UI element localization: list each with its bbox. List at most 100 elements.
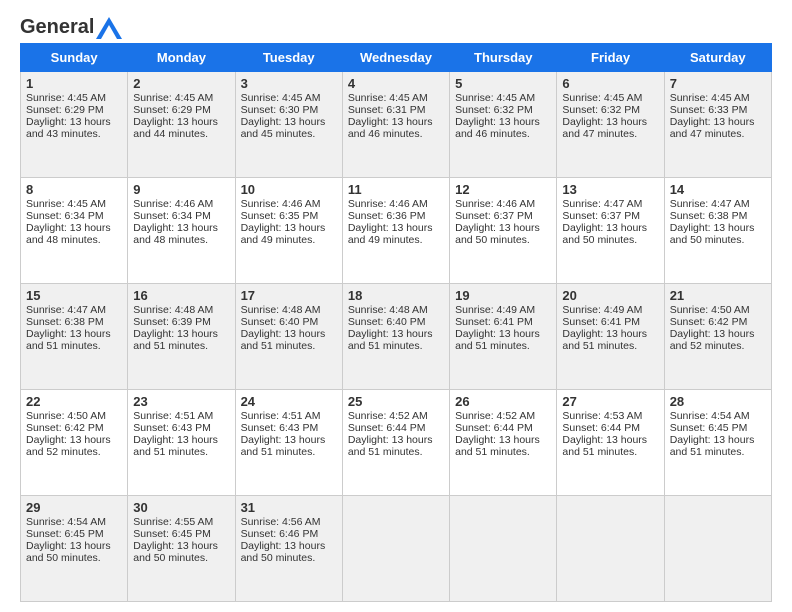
daylight-text: Daylight: 13 hours and 51 minutes. [133, 434, 218, 458]
sunset-text: Sunset: 6:42 PM [670, 316, 748, 328]
sunrise-text: Sunrise: 4:45 AM [133, 92, 213, 104]
day-number: 23 [133, 394, 229, 409]
weekday-header: Friday [557, 44, 664, 72]
day-number: 14 [670, 182, 766, 197]
header: General [20, 16, 772, 35]
day-number: 13 [562, 182, 658, 197]
sunrise-text: Sunrise: 4:56 AM [241, 516, 321, 528]
sunrise-text: Sunrise: 4:45 AM [348, 92, 428, 104]
calendar-week-row: 1Sunrise: 4:45 AMSunset: 6:29 PMDaylight… [21, 72, 772, 178]
day-number: 5 [455, 76, 551, 91]
sunset-text: Sunset: 6:30 PM [241, 104, 319, 116]
daylight-text: Daylight: 13 hours and 51 minutes. [348, 328, 433, 352]
day-number: 9 [133, 182, 229, 197]
sunrise-text: Sunrise: 4:46 AM [133, 198, 213, 210]
day-number: 19 [455, 288, 551, 303]
sunset-text: Sunset: 6:44 PM [562, 422, 640, 434]
sunrise-text: Sunrise: 4:49 AM [455, 304, 535, 316]
calendar-cell: 6Sunrise: 4:45 AMSunset: 6:32 PMDaylight… [557, 72, 664, 178]
sunset-text: Sunset: 6:42 PM [26, 422, 104, 434]
sunset-text: Sunset: 6:32 PM [455, 104, 533, 116]
daylight-text: Daylight: 13 hours and 46 minutes. [455, 116, 540, 140]
calendar-cell: 25Sunrise: 4:52 AMSunset: 6:44 PMDayligh… [342, 390, 449, 496]
sunrise-text: Sunrise: 4:55 AM [133, 516, 213, 528]
daylight-text: Daylight: 13 hours and 49 minutes. [348, 222, 433, 246]
daylight-text: Daylight: 13 hours and 51 minutes. [562, 434, 647, 458]
calendar-cell: 23Sunrise: 4:51 AMSunset: 6:43 PMDayligh… [128, 390, 235, 496]
sunset-text: Sunset: 6:29 PM [26, 104, 104, 116]
day-number: 20 [562, 288, 658, 303]
sunrise-text: Sunrise: 4:46 AM [348, 198, 428, 210]
sunrise-text: Sunrise: 4:49 AM [562, 304, 642, 316]
calendar-cell: 21Sunrise: 4:50 AMSunset: 6:42 PMDayligh… [664, 284, 771, 390]
sunrise-text: Sunrise: 4:50 AM [26, 410, 106, 422]
daylight-text: Daylight: 13 hours and 50 minutes. [241, 540, 326, 564]
daylight-text: Daylight: 13 hours and 48 minutes. [26, 222, 111, 246]
weekday-header: Monday [128, 44, 235, 72]
day-number: 2 [133, 76, 229, 91]
sunset-text: Sunset: 6:44 PM [455, 422, 533, 434]
sunset-text: Sunset: 6:38 PM [26, 316, 104, 328]
daylight-text: Daylight: 13 hours and 51 minutes. [670, 434, 755, 458]
daylight-text: Daylight: 13 hours and 43 minutes. [26, 116, 111, 140]
calendar-cell: 15Sunrise: 4:47 AMSunset: 6:38 PMDayligh… [21, 284, 128, 390]
sunrise-text: Sunrise: 4:47 AM [26, 304, 106, 316]
calendar-cell: 9Sunrise: 4:46 AMSunset: 6:34 PMDaylight… [128, 178, 235, 284]
sunset-text: Sunset: 6:32 PM [562, 104, 640, 116]
calendar-table: SundayMondayTuesdayWednesdayThursdayFrid… [20, 43, 772, 602]
weekday-header-row: SundayMondayTuesdayWednesdayThursdayFrid… [21, 44, 772, 72]
sunset-text: Sunset: 6:29 PM [133, 104, 211, 116]
day-number: 8 [26, 182, 122, 197]
daylight-text: Daylight: 13 hours and 50 minutes. [670, 222, 755, 246]
daylight-text: Daylight: 13 hours and 51 minutes. [562, 328, 647, 352]
daylight-text: Daylight: 13 hours and 51 minutes. [241, 328, 326, 352]
daylight-text: Daylight: 13 hours and 47 minutes. [670, 116, 755, 140]
sunset-text: Sunset: 6:37 PM [455, 210, 533, 222]
sunset-text: Sunset: 6:43 PM [241, 422, 319, 434]
sunrise-text: Sunrise: 4:45 AM [455, 92, 535, 104]
day-number: 29 [26, 500, 122, 515]
sunset-text: Sunset: 6:46 PM [241, 528, 319, 540]
sunset-text: Sunset: 6:35 PM [241, 210, 319, 222]
calendar-cell: 16Sunrise: 4:48 AMSunset: 6:39 PMDayligh… [128, 284, 235, 390]
sunrise-text: Sunrise: 4:47 AM [562, 198, 642, 210]
daylight-text: Daylight: 13 hours and 50 minutes. [26, 540, 111, 564]
calendar-cell: 22Sunrise: 4:50 AMSunset: 6:42 PMDayligh… [21, 390, 128, 496]
sunrise-text: Sunrise: 4:48 AM [241, 304, 321, 316]
daylight-text: Daylight: 13 hours and 50 minutes. [455, 222, 540, 246]
weekday-header: Saturday [664, 44, 771, 72]
day-number: 31 [241, 500, 337, 515]
sunrise-text: Sunrise: 4:51 AM [241, 410, 321, 422]
calendar-cell [557, 496, 664, 602]
weekday-header: Sunday [21, 44, 128, 72]
sunrise-text: Sunrise: 4:53 AM [562, 410, 642, 422]
sunset-text: Sunset: 6:33 PM [670, 104, 748, 116]
calendar-cell: 31Sunrise: 4:56 AMSunset: 6:46 PMDayligh… [235, 496, 342, 602]
sunrise-text: Sunrise: 4:54 AM [26, 516, 106, 528]
sunrise-text: Sunrise: 4:52 AM [348, 410, 428, 422]
sunset-text: Sunset: 6:34 PM [26, 210, 104, 222]
sunset-text: Sunset: 6:44 PM [348, 422, 426, 434]
sunrise-text: Sunrise: 4:45 AM [670, 92, 750, 104]
day-number: 30 [133, 500, 229, 515]
calendar-cell: 20Sunrise: 4:49 AMSunset: 6:41 PMDayligh… [557, 284, 664, 390]
calendar-cell: 7Sunrise: 4:45 AMSunset: 6:33 PMDaylight… [664, 72, 771, 178]
daylight-text: Daylight: 13 hours and 50 minutes. [562, 222, 647, 246]
sunset-text: Sunset: 6:41 PM [455, 316, 533, 328]
day-number: 3 [241, 76, 337, 91]
sunrise-text: Sunrise: 4:46 AM [455, 198, 535, 210]
sunset-text: Sunset: 6:38 PM [670, 210, 748, 222]
day-number: 26 [455, 394, 551, 409]
calendar-cell: 3Sunrise: 4:45 AMSunset: 6:30 PMDaylight… [235, 72, 342, 178]
day-number: 6 [562, 76, 658, 91]
sunset-text: Sunset: 6:45 PM [133, 528, 211, 540]
calendar-cell [450, 496, 557, 602]
day-number: 18 [348, 288, 444, 303]
daylight-text: Daylight: 13 hours and 46 minutes. [348, 116, 433, 140]
sunrise-text: Sunrise: 4:52 AM [455, 410, 535, 422]
sunset-text: Sunset: 6:41 PM [562, 316, 640, 328]
sunrise-text: Sunrise: 4:54 AM [670, 410, 750, 422]
daylight-text: Daylight: 13 hours and 51 minutes. [348, 434, 433, 458]
calendar-cell: 13Sunrise: 4:47 AMSunset: 6:37 PMDayligh… [557, 178, 664, 284]
sunrise-text: Sunrise: 4:46 AM [241, 198, 321, 210]
